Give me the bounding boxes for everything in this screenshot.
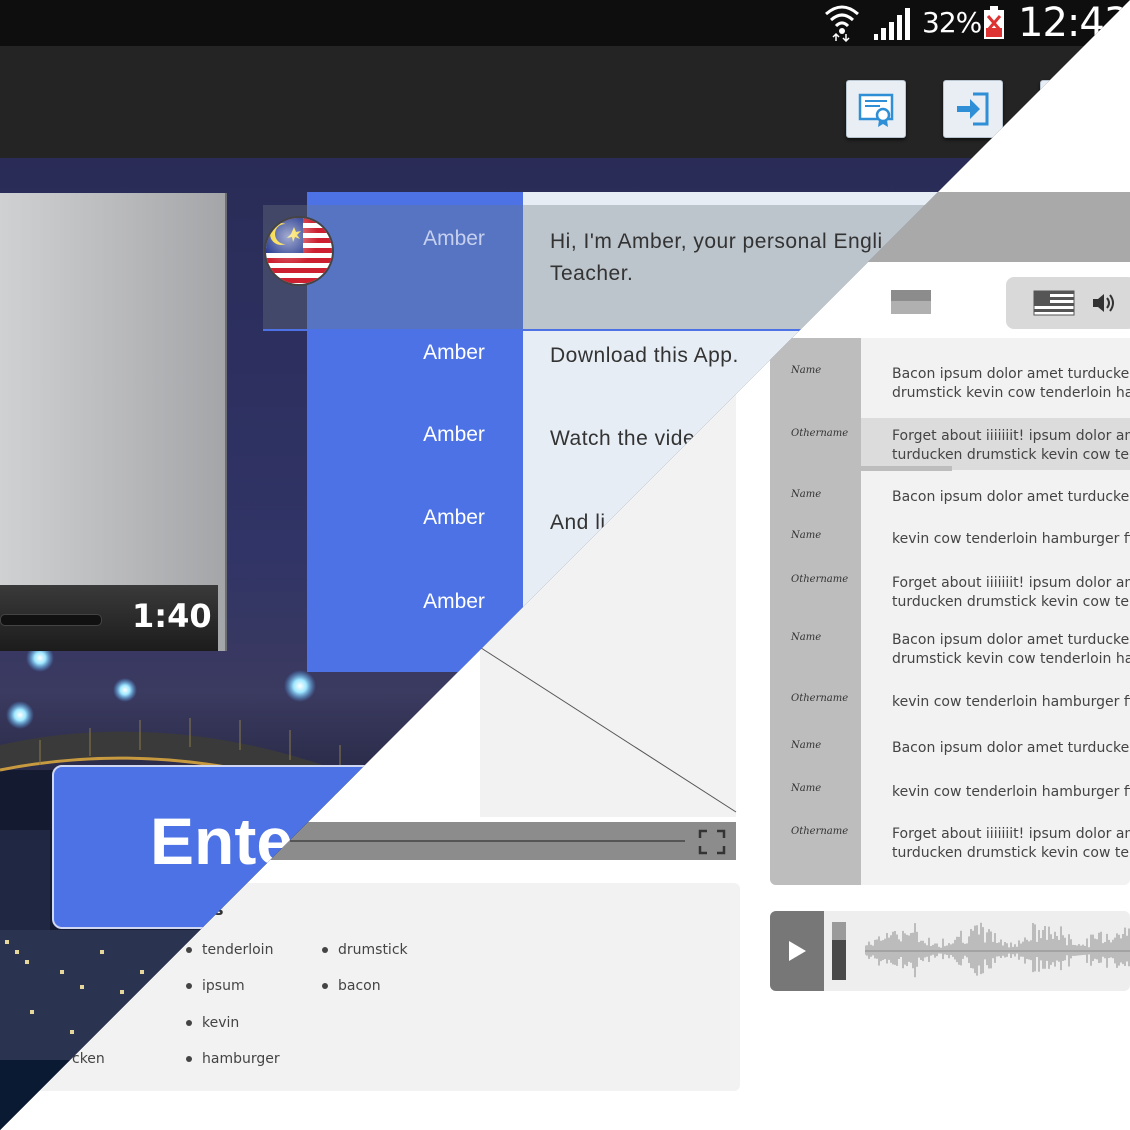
word-item[interactable]: ipsum [186,978,245,994]
dialogue-row[interactable]: Bacon ipsum dolor amet turducken [892,488,1130,507]
play-icon [789,941,806,961]
dialogue-row[interactable]: Bacon ipsum dolor amet turducken [892,739,1130,758]
audio-language-button[interactable] [1006,277,1130,329]
speaker-name: Othername [791,428,849,439]
login-button[interactable] [943,80,1003,138]
battery-percent: 32% [922,6,982,39]
bullet-icon [186,947,192,953]
speaker-name: Name [791,365,822,376]
dialogue-row[interactable]: kevin cow tenderloin hamburger filet [892,783,1130,802]
bullet-icon [186,1020,192,1026]
battery-empty-icon [984,6,1004,39]
word-item[interactable]: cken [72,1051,105,1067]
signal-bars-icon [874,8,910,40]
chat-speaker: Amber [423,341,485,364]
speaker-name: Name [791,530,822,541]
word-item[interactable]: drumstick [322,942,408,958]
dialogue-row[interactable]: kevin cow tenderloin hamburger filet [892,693,1130,712]
bullet-icon [322,983,328,989]
flag-icon[interactable] [891,290,931,314]
chat-speaker: Amber [423,423,485,446]
chat-speaker: Amber [423,506,485,529]
chat-message[interactable]: Download this App. [550,340,739,372]
dialogue-panel: Name Bacon ipsum dolor amet turducken dru… [770,338,1130,885]
volume-level-top [832,922,846,940]
speaker-column [770,338,861,885]
fullscreen-icon[interactable] [698,829,726,855]
word-item[interactable]: bacon [322,978,381,994]
chat-speaker: Amber [423,227,485,250]
speaker-name: Name [791,489,822,500]
chat-message[interactable]: Watch the vide [550,423,695,455]
speaker-name: Name [791,632,822,643]
login-icon [957,92,989,126]
chat-message[interactable]: Hi, I'm Amber, your personal Engli Teache… [550,226,883,290]
video-time: 1:40 [132,597,212,635]
dialogue-row[interactable]: Forget about iiiiiiit! ipsum dolor amet t… [892,427,1130,465]
play-button[interactable] [770,911,824,991]
wifi-icon [825,5,859,42]
dialogue-row[interactable]: kevin cow tenderloin hamburger filet [892,530,1130,549]
certificate-button[interactable] [846,80,906,138]
word-item[interactable]: hamburger [186,1051,280,1067]
bullet-icon [322,947,328,953]
bullet-icon [186,1056,192,1062]
video-progress-bar[interactable] [0,614,102,626]
status-bar: 32% 12:43 [0,0,1130,46]
video-player[interactable] [0,193,227,651]
speaker-name: Name [791,783,822,794]
word-item[interactable]: kevin [186,1015,239,1031]
dialogue-row[interactable]: Bacon ipsum dolor amet turducken drumstic… [892,365,1130,403]
certificate-icon [858,93,894,127]
speaker-icon [1093,294,1114,312]
audio-waveform[interactable] [865,911,1130,991]
dialogue-row[interactable]: Forget about iiiiiiit! ipsum dolor amet t… [892,574,1130,612]
speaker-name: Othername [791,826,849,837]
malaysia-flag-avatar[interactable] [263,215,335,287]
audio-player [770,911,1130,991]
dialogue-row[interactable]: Bacon ipsum dolor amet turducken drumstic… [892,631,1130,669]
speaker-name: Othername [791,574,849,585]
dialogue-row-progress [861,466,952,471]
bullet-icon [186,983,192,989]
wireframe-video-track[interactable] [290,840,685,842]
speaker-name: Name [791,740,822,751]
word-item[interactable]: tenderloin [186,942,273,958]
speaker-name: Othername [791,693,849,704]
dialogue-row[interactable]: Forget about iiiiiiit! ipsum dolor amet t… [892,825,1130,863]
